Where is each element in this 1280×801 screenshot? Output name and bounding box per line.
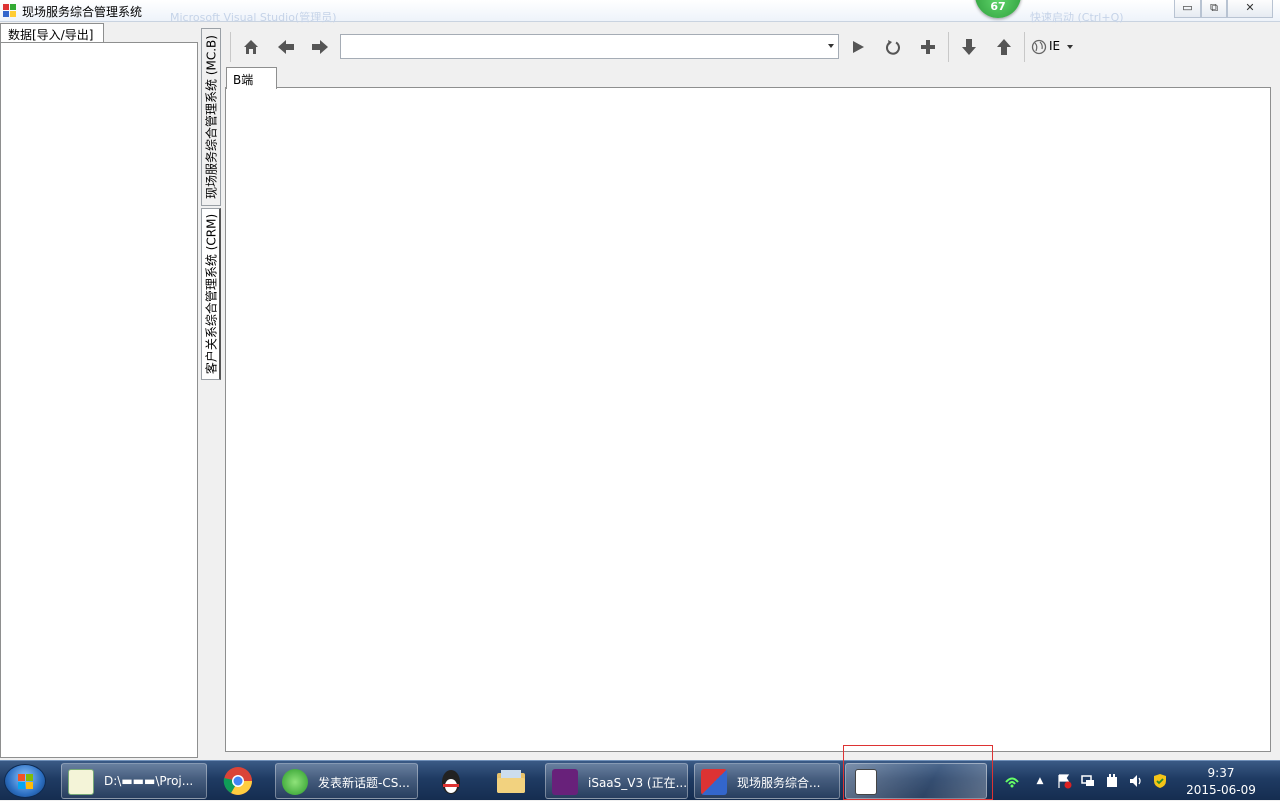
volume-icon[interactable] — [1128, 773, 1144, 789]
folder-icon — [497, 770, 525, 793]
play-icon — [853, 41, 864, 53]
home-button[interactable] — [240, 36, 262, 58]
globe-icon — [1031, 39, 1047, 55]
tab-mcb-label: 现场服务综合管理系统 (MC.B) — [204, 35, 219, 199]
clock-date: 2015-06-09 — [1186, 783, 1256, 797]
clock-time: 9:37 — [1207, 766, 1235, 780]
security-shield-icon[interactable] — [1152, 773, 1168, 789]
taskbar-item-app[interactable]: 现场服务综合... — [694, 763, 840, 799]
restore-button[interactable]: ⧉ — [1201, 0, 1227, 18]
back-button[interactable] — [275, 36, 297, 58]
url-combobox[interactable] — [340, 34, 839, 59]
document-icon — [855, 769, 877, 795]
move-down-button[interactable] — [958, 36, 980, 58]
app-icon — [3, 4, 17, 18]
chrome-icon — [223, 767, 252, 795]
arrow-up-icon — [997, 39, 1011, 55]
move-up-button[interactable] — [993, 36, 1015, 58]
go-button[interactable] — [847, 36, 869, 58]
browser-toolbar: IE — [228, 28, 1274, 66]
taskbar-item-notepad[interactable]: D:\▬▬▬\Proj... — [61, 763, 207, 799]
close-button[interactable]: ✕ — [1227, 0, 1273, 18]
browser-e-icon — [282, 769, 308, 795]
clock[interactable]: 9:37 2015-06-09 — [1186, 765, 1256, 799]
chevron-down-icon[interactable] — [1067, 45, 1073, 49]
toolbar-separator — [230, 32, 231, 62]
minimize-button[interactable]: ▭ — [1174, 0, 1201, 18]
window-title: 现场服务综合管理系统 — [22, 5, 143, 19]
taskbar-item-chrome[interactable] — [222, 765, 254, 797]
arrow-down-icon — [962, 39, 976, 55]
plus-icon — [921, 40, 935, 54]
start-button[interactable] — [4, 764, 46, 798]
chevron-down-icon[interactable] — [828, 44, 834, 48]
tab-crm-system[interactable]: 客户关系综合管理系统 (CRM) — [201, 208, 221, 380]
left-panel — [0, 42, 198, 758]
tab-crm-label: 客户关系综合管理系统 (CRM) — [204, 213, 218, 375]
taskbar-item-explorer[interactable] — [495, 765, 527, 797]
refresh-button[interactable] — [882, 36, 904, 58]
qq-icon — [442, 770, 460, 794]
flag-alert-icon[interactable] — [1056, 773, 1072, 789]
vertical-tab-strip: 现场服务综合管理系统 (MC.B) 客户关系综合管理系统 (CRM) — [199, 26, 223, 756]
tab-data-import-export[interactable]: 数据[导入/导出] — [0, 23, 104, 43]
restore-icon: ⧉ — [1210, 1, 1218, 14]
notepad-icon — [68, 769, 94, 795]
minimize-icon: ▭ — [1182, 1, 1193, 14]
title-bar: 现场服务综合管理系统 Microsoft Visual Studio(管理员) … — [0, 0, 1280, 24]
app-window-icon — [701, 769, 727, 795]
power-icon[interactable] — [1104, 773, 1120, 789]
background-window-title: Microsoft Visual Studio(管理员) — [170, 11, 337, 24]
back-arrow-icon — [278, 40, 294, 54]
close-icon: ✕ — [1245, 1, 1255, 14]
background-quick-launch: 快速启动 (Ctrl+Q) — [1030, 11, 1124, 24]
tab-b-side[interactable]: B端 — [226, 67, 277, 89]
browser-selector[interactable] — [1028, 36, 1050, 58]
network-icon[interactable] — [1080, 773, 1096, 789]
taskbar-item-label: 现场服务综合... — [737, 776, 821, 790]
taskbar-item-visual-studio[interactable]: iSaaS_V3 (正在... — [545, 763, 688, 799]
taskbar-item-browser[interactable]: 发表新话题-CS... — [275, 763, 418, 799]
notification-badge[interactable]: 67 — [975, 0, 1021, 18]
tab-mcb-system[interactable]: 现场服务综合管理系统 (MC.B) — [201, 28, 221, 206]
windows-logo-icon — [18, 774, 34, 790]
toolbar-separator — [1024, 32, 1025, 62]
home-icon — [244, 40, 258, 54]
forward-arrow-icon — [312, 40, 328, 54]
visual-studio-icon — [552, 769, 578, 795]
wifi-icon[interactable] — [1004, 773, 1020, 789]
taskbar-item-label: iSaaS_V3 (正在... — [588, 776, 688, 790]
taskbar-item-qq[interactable] — [435, 765, 467, 797]
taskbar-item-document[interactable] — [845, 763, 987, 799]
browser-label[interactable]: IE — [1049, 39, 1060, 53]
forward-button[interactable] — [309, 36, 331, 58]
taskbar-item-label: 发表新话题-CS... — [318, 776, 410, 790]
taskbar-item-label: D:\▬▬▬\Proj... — [104, 774, 194, 788]
content-area — [225, 87, 1271, 752]
toolbar-separator — [948, 32, 949, 62]
show-hidden-icons-icon[interactable]: ▲ — [1032, 773, 1048, 789]
add-button[interactable] — [917, 36, 939, 58]
taskbar: D:\▬▬▬\Proj... 发表新话题-CS... iSaaS_V3 (正在.… — [0, 760, 1280, 800]
refresh-icon — [886, 40, 900, 55]
